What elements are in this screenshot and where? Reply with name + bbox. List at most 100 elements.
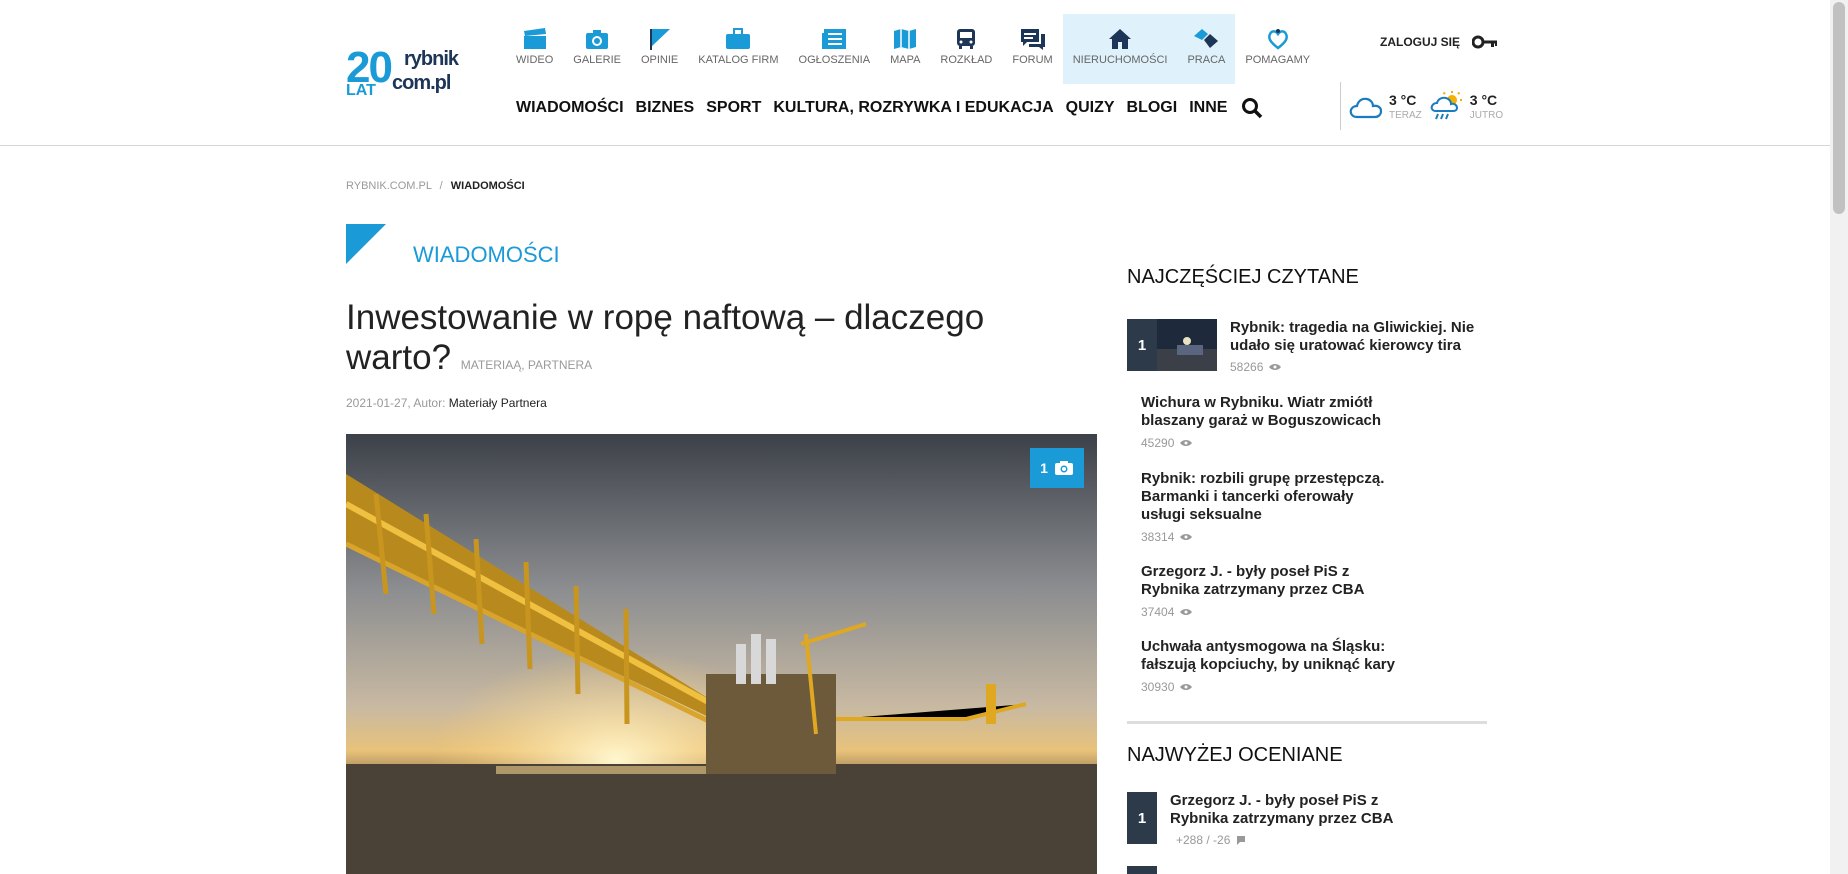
- icon-navigation: WIDEO GALERIE OPINIE KATALOG FIRM OGŁOSZ…: [506, 14, 1320, 84]
- nav-katalog-firm[interactable]: KATALOG FIRM: [688, 14, 788, 84]
- nav-katalog-firm-label: KATALOG FIRM: [698, 54, 779, 66]
- nav-pomagamy[interactable]: POMAGAMY: [1235, 14, 1320, 84]
- nav-wideo-label: WIDEO: [516, 54, 554, 66]
- nav-forum[interactable]: FORUM: [1002, 14, 1062, 84]
- login-label: ZALOGUJ SIĘ: [1380, 35, 1461, 49]
- briefcase-icon: [726, 28, 751, 49]
- nav-opinie[interactable]: OPINIE: [631, 14, 688, 84]
- weather-widget[interactable]: 3 °C TERAZ 3 °C JUTRO: [1340, 82, 1511, 130]
- nav-galerie[interactable]: GALERIE: [563, 14, 631, 84]
- map-icon: [894, 29, 917, 49]
- nav-galerie-label: GALERIE: [573, 54, 621, 66]
- most-read-views: 30930: [1141, 680, 1193, 694]
- most-read-title: Grzegorz J. - były poseł PiS z Rybnika z…: [1141, 563, 1365, 598]
- nav-pomagamy-label: POMAGAMY: [1245, 54, 1311, 66]
- photo-count: 1: [1040, 460, 1048, 476]
- rank-number: 1: [1127, 319, 1157, 371]
- nav-wideo[interactable]: WIDEO: [506, 14, 563, 84]
- most-read-item[interactable]: Wichura w Rybniku. Wiatr zmiótł blaszany…: [1141, 394, 1401, 450]
- breadcrumb-home[interactable]: RYBNIK.COM.PL: [346, 180, 432, 192]
- view-count: 37404: [1141, 605, 1175, 619]
- nav-mapa-label: MAPA: [890, 54, 921, 66]
- view-count: 38314: [1141, 530, 1175, 544]
- house-icon: [1109, 29, 1132, 49]
- heart-hand-icon: [1267, 29, 1288, 50]
- nav-kultura[interactable]: KULTURA, ROZRYWKA I EDUKACJA: [773, 99, 1053, 117]
- camera-icon: [1054, 461, 1073, 475]
- most-read-item[interactable]: Uchwała antysmogowa na Śląsku: fałszują …: [1141, 638, 1401, 694]
- nav-ogloszenia[interactable]: OGŁOSZENIA: [789, 14, 881, 84]
- article-thumbnail: [1157, 319, 1217, 371]
- most-read-views: 37404: [1141, 605, 1193, 619]
- top-rated-item[interactable]: 1 Grzegorz J. - były poseł PiS z Rybnika…: [1127, 792, 1487, 848]
- article-date: 2021-01-27, Autor:: [346, 396, 446, 410]
- top-rated-score: +288 / -26: [1176, 833, 1246, 847]
- key-icon: [1472, 35, 1498, 49]
- most-read-title: Uchwała antysmogowa na Śląsku: fałszują …: [1141, 638, 1395, 673]
- nav-nieruchomosci[interactable]: NIERUCHOMOŚCI: [1062, 14, 1178, 84]
- article-hero-image[interactable]: [346, 434, 1097, 874]
- view-count: 45290: [1141, 436, 1175, 450]
- most-read-title: Wichura w Rybniku. Wiatr zmiótł blaszany…: [1141, 394, 1382, 429]
- article-meta: 2021-01-27, Autor: Materiały Partnera: [346, 396, 547, 410]
- rank-number: 1: [1127, 792, 1157, 844]
- nav-forum-label: FORUM: [1012, 54, 1053, 66]
- site-header: 20 LAT rybnik com.pl WIDEO GALERIE OPINI…: [0, 0, 1830, 146]
- camera-icon: [586, 30, 609, 49]
- nav-praca[interactable]: PRACA: [1177, 14, 1236, 84]
- most-read-item[interactable]: Grzegorz J. - były poseł PiS z Rybnika z…: [1141, 563, 1401, 619]
- breadcrumb: RYBNIK.COM.PL / WIADOMOŚCI: [346, 180, 525, 192]
- logo-site-name: rybnik: [404, 48, 459, 70]
- weather-tomorrow: 3 °C JUTRO: [1430, 91, 1503, 121]
- photo-count-button[interactable]: 1: [1030, 448, 1084, 488]
- newspaper-icon: [822, 29, 847, 49]
- sidebar-divider: [1127, 721, 1487, 724]
- most-read-item[interactable]: Rybnik: rozbili grupę przestępczą. Barma…: [1141, 470, 1401, 546]
- eye-icon: [1180, 534, 1193, 540]
- article-tag: MATERIAĄ, PARTNERA: [460, 358, 593, 372]
- main-navigation: WIADOMOŚCI BIZNES SPORT KULTURA, ROZRYWK…: [516, 97, 1263, 119]
- nav-blogi[interactable]: BLOGI: [1127, 99, 1178, 117]
- section-title[interactable]: WIADOMOŚCI: [413, 242, 560, 268]
- oil-platform-photo: [346, 434, 1097, 874]
- article-title-text: Inwestowanie w ropę naftową – dlaczego w…: [346, 298, 985, 377]
- article-author[interactable]: Materiały Partnera: [449, 396, 547, 410]
- chat-icon: [1020, 29, 1045, 50]
- eye-icon: [1180, 684, 1193, 690]
- weather-now-label: TERAZ: [1389, 109, 1422, 121]
- nav-wiadomosci[interactable]: WIADOMOŚCI: [516, 99, 624, 117]
- nav-rozklad[interactable]: ROZKŁAD: [930, 14, 1002, 84]
- night-road-thumbnail: [1157, 319, 1217, 371]
- view-count: 30930: [1141, 680, 1175, 694]
- eye-icon: [1269, 364, 1282, 370]
- film-clapper-icon: [523, 28, 546, 49]
- most-read-heading: NAJCZĘŚCIEJ CZYTANE: [1127, 266, 1359, 288]
- next-rank-tile: [1127, 866, 1157, 874]
- eye-icon: [1180, 440, 1193, 446]
- page-scrollbar[interactable]: [1830, 0, 1848, 874]
- score-value: +288 / -26: [1176, 833, 1231, 847]
- nav-inne[interactable]: INNE: [1189, 99, 1227, 117]
- nav-biznes[interactable]: BIZNES: [636, 99, 695, 117]
- weather-now-temp: 3 °C: [1389, 91, 1417, 108]
- flag-icon: [649, 29, 670, 50]
- most-read-item[interactable]: 1 Rybnik: tragedia na Gliwickiej. Nie ud…: [1127, 319, 1487, 375]
- nav-sport[interactable]: SPORT: [706, 99, 761, 117]
- site-logo[interactable]: 20 LAT rybnik com.pl: [346, 44, 462, 106]
- article-title: Inwestowanie w ropę naftową – dlaczego w…: [346, 298, 1046, 385]
- nav-mapa[interactable]: MAPA: [880, 14, 930, 84]
- scrollbar-thumb[interactable]: [1833, 2, 1845, 214]
- most-read-title: Rybnik: rozbili grupę przestępczą. Barma…: [1141, 470, 1385, 523]
- top-rated-title: Grzegorz J. - były poseł PiS z Rybnika z…: [1170, 792, 1394, 827]
- sidebar: NAJCZĘŚCIEJ CZYTANE: [1127, 266, 1487, 289]
- weather-tomorrow-temp: 3 °C: [1469, 91, 1498, 108]
- logo-site-domain: com.pl: [392, 72, 451, 94]
- login-link[interactable]: ZALOGUJ SIĘ: [1380, 35, 1498, 49]
- nav-praca-label: PRACA: [1187, 54, 1226, 66]
- eye-icon: [1180, 609, 1193, 615]
- logo-lat: LAT: [346, 82, 378, 100]
- top-rated-heading: NAJWYŻEJ OCENIANE: [1127, 744, 1343, 766]
- nav-opinie-label: OPINIE: [640, 54, 679, 66]
- nav-quizy[interactable]: QUIZY: [1066, 99, 1115, 117]
- search-icon[interactable]: [1241, 97, 1263, 119]
